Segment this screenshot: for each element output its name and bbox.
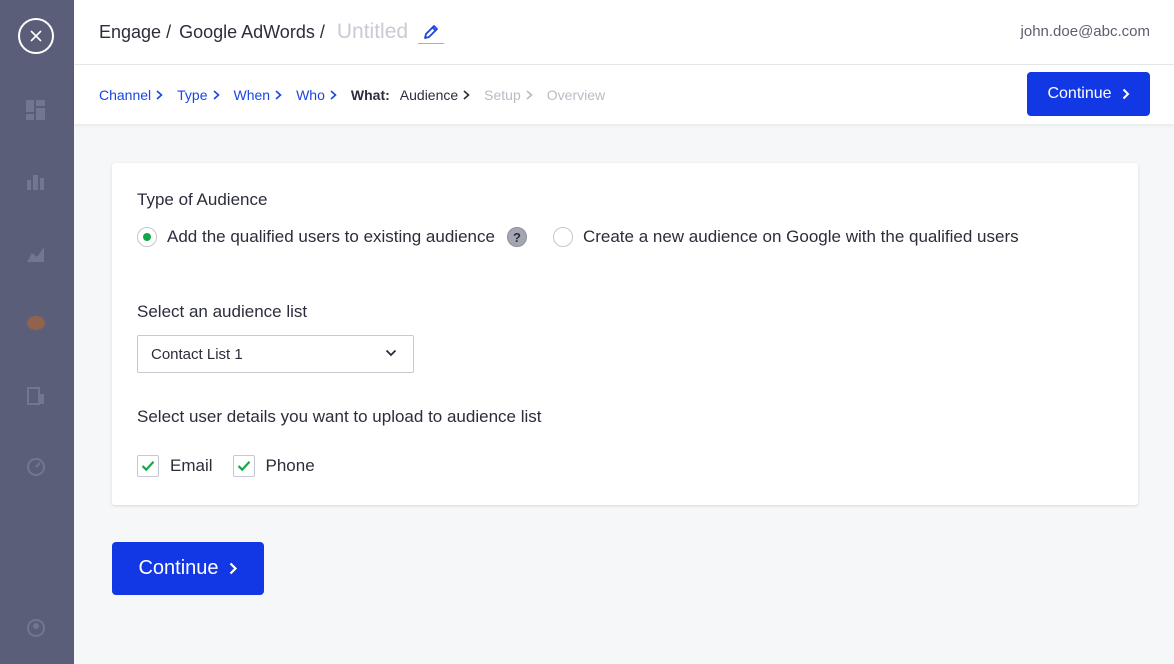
radio-selected-dot bbox=[143, 233, 151, 241]
continue-label: Continue bbox=[1047, 85, 1112, 102]
step-type[interactable]: Type bbox=[177, 87, 220, 103]
email-checkbox[interactable] bbox=[137, 455, 159, 477]
radio-new-audience[interactable] bbox=[552, 227, 573, 247]
phone-checkbox[interactable] bbox=[232, 455, 255, 477]
step-when[interactable]: When bbox=[234, 87, 283, 103]
user-details-label: Select user details you want to upload t… bbox=[137, 407, 542, 426]
chevron-right-icon bbox=[275, 89, 282, 100]
continue-button-top[interactable]: Continue bbox=[1027, 72, 1150, 116]
step-overview: Overview bbox=[546, 86, 606, 103]
step-setup: Setup bbox=[484, 87, 533, 103]
background-sidebar bbox=[0, 0, 74, 664]
continue-button-bottom[interactable]: Continue bbox=[112, 542, 264, 595]
analytics-icon bbox=[26, 244, 46, 264]
audience-type-options: Add the qualified users to existing audi… bbox=[137, 227, 1019, 247]
email-checkbox-label[interactable]: Email bbox=[170, 456, 213, 476]
dashboard-icon bbox=[26, 100, 46, 120]
audience-list-select[interactable]: Contact List 1 bbox=[137, 335, 414, 373]
checkmark-icon bbox=[237, 461, 250, 472]
close-icon bbox=[30, 30, 42, 42]
help-icon[interactable]: ? bbox=[506, 227, 527, 247]
pencil-icon bbox=[424, 24, 438, 39]
audience-form-card: Type of Audience Add the qualified users… bbox=[112, 163, 1138, 505]
step-what-label: What: bbox=[350, 86, 390, 103]
segments-icon bbox=[26, 172, 46, 192]
user-details-options: Email Phone bbox=[137, 455, 335, 477]
audience-list-label: Select an audience list bbox=[137, 302, 308, 321]
chevron-right-icon bbox=[229, 562, 237, 575]
header-bar: Engage / Google AdWords / Untitled john.… bbox=[74, 0, 1174, 65]
checkmark-icon bbox=[141, 461, 155, 472]
breadcrumb-engage[interactable]: Engage bbox=[99, 22, 161, 43]
user-email[interactable]: john.doe@abc.com bbox=[1021, 23, 1150, 40]
close-button[interactable] bbox=[18, 18, 54, 54]
chevron-right-icon bbox=[212, 89, 220, 100]
campaigns-icon bbox=[26, 386, 46, 406]
breadcrumb-separator: / bbox=[166, 21, 172, 42]
chevron-down-icon bbox=[385, 349, 397, 357]
profile-icon bbox=[26, 618, 46, 638]
step-who[interactable]: Who bbox=[296, 87, 337, 103]
audience-list-value: Contact List 1 bbox=[151, 345, 243, 363]
chevron-right-icon bbox=[330, 89, 337, 100]
continue-label: Continue bbox=[138, 557, 219, 579]
chevron-right-icon bbox=[156, 89, 163, 100]
radio-existing-audience[interactable] bbox=[137, 227, 157, 247]
engage-panel: Engage / Google AdWords / Untitled john.… bbox=[74, 0, 1174, 664]
radio-new-audience-label[interactable]: Create a new audience on Google with the… bbox=[583, 227, 1019, 247]
breadcrumb-google-adwords[interactable]: Google AdWords bbox=[179, 22, 315, 43]
chevron-right-icon bbox=[1122, 88, 1129, 100]
step-channel[interactable]: Channel bbox=[99, 87, 163, 103]
step-audience: Audience bbox=[400, 87, 470, 103]
chevron-right-icon bbox=[463, 89, 470, 100]
engage-icon bbox=[26, 314, 46, 334]
radio-existing-audience-label[interactable]: Add the qualified users to existing audi… bbox=[167, 227, 495, 247]
edit-title-button[interactable] bbox=[418, 20, 445, 44]
step-navigation: Channel Type When Who What: Audience Set… bbox=[74, 65, 1174, 124]
breadcrumb-separator: / bbox=[319, 21, 325, 42]
chevron-right-icon bbox=[526, 89, 533, 100]
reports-icon bbox=[26, 457, 46, 477]
phone-checkbox-label[interactable]: Phone bbox=[266, 456, 315, 476]
audience-type-label: Type of Audience bbox=[137, 190, 268, 209]
campaign-title[interactable]: Untitled bbox=[337, 20, 408, 44]
